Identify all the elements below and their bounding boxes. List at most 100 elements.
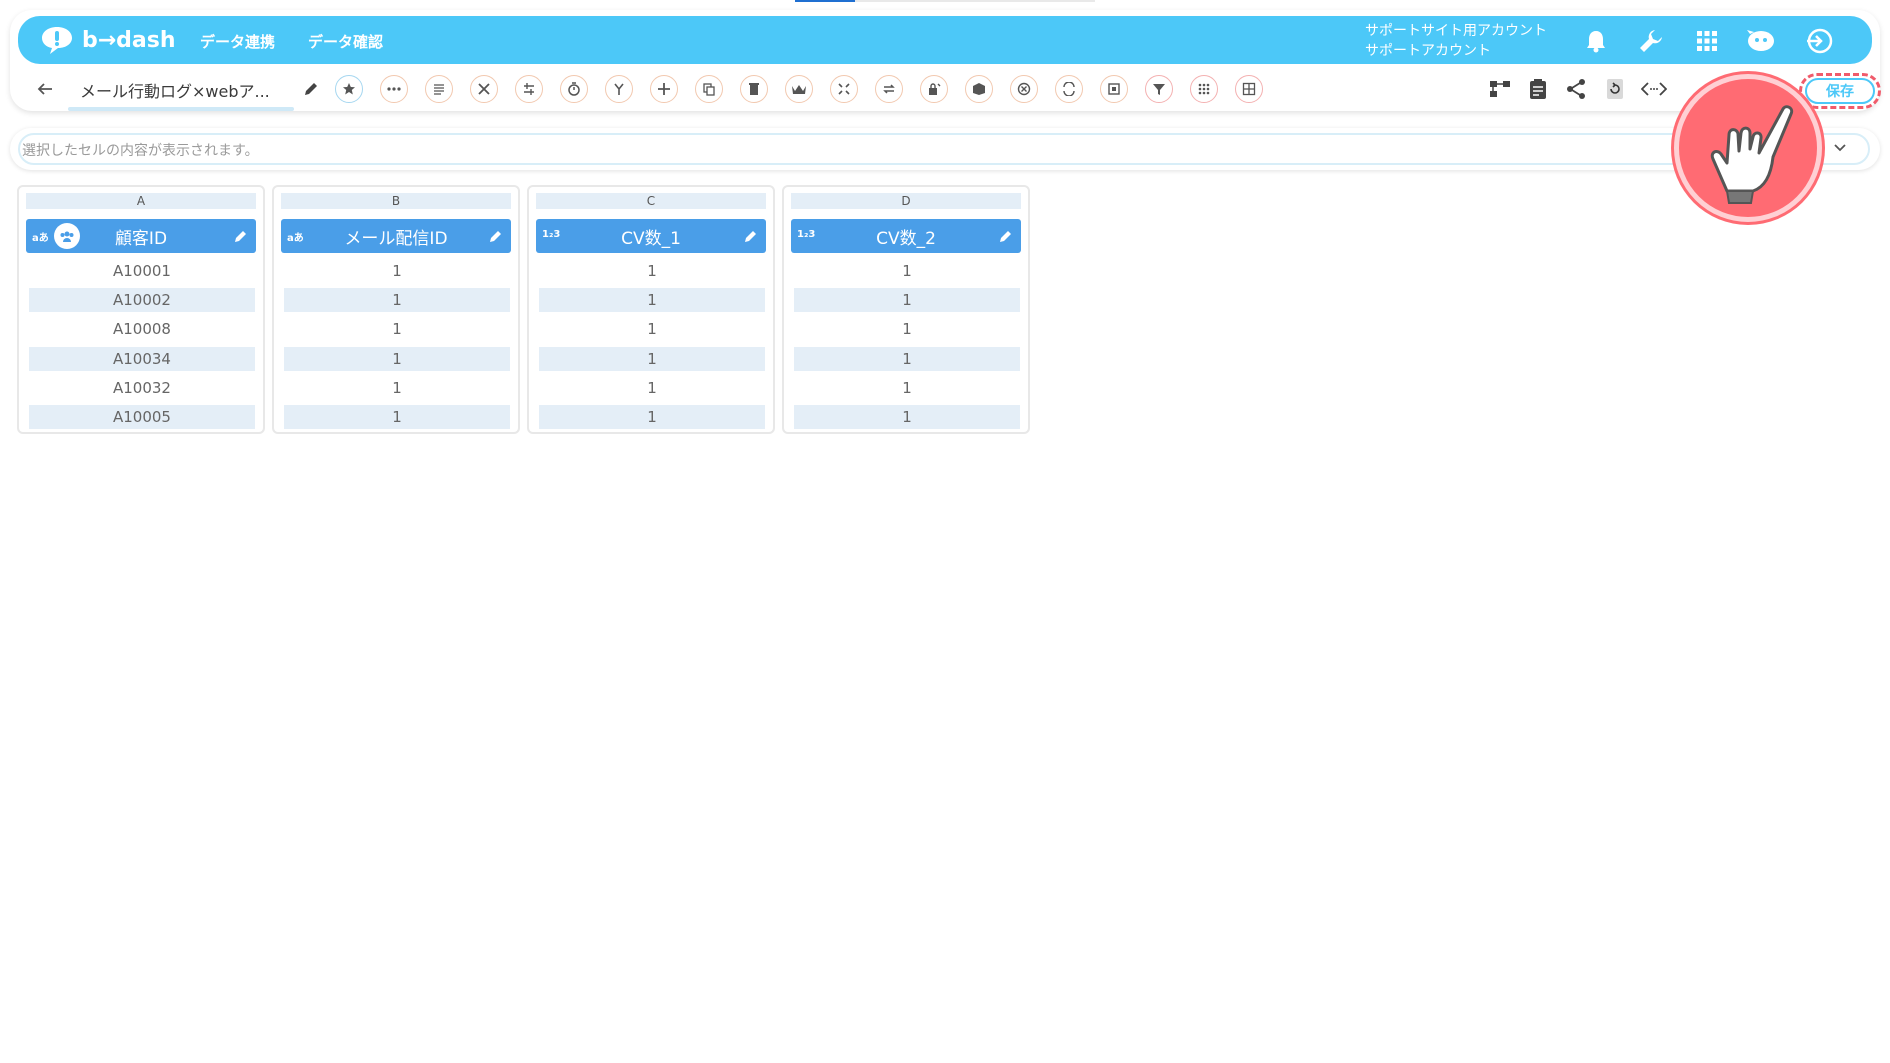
tools-icon[interactable] bbox=[470, 75, 498, 103]
app-root: { "app": { "brand": "b→dash", "accent": … bbox=[0, 0, 1890, 1063]
cell-content-placeholder: 選択したセルの内容が表示されます。 bbox=[22, 143, 259, 159]
column-name: CV数_2 bbox=[876, 228, 936, 249]
copy-icon[interactable] bbox=[695, 75, 723, 103]
column-c: C 1₂3 CV数_1 1 1 1 1 1 1 bbox=[527, 185, 775, 434]
pointing-hand-icon bbox=[1674, 74, 1822, 222]
support-bird-icon[interactable] bbox=[1746, 26, 1776, 56]
table-cell[interactable]: 1 bbox=[284, 288, 510, 312]
box-icon[interactable] bbox=[965, 75, 993, 103]
column-letter: B bbox=[281, 193, 511, 209]
column-b: B aあ メール配信ID 1 1 1 1 1 1 bbox=[272, 185, 520, 434]
replace-icon[interactable] bbox=[1055, 75, 1083, 103]
pencil-icon[interactable] bbox=[997, 227, 1015, 245]
group-users-icon bbox=[54, 223, 80, 249]
table-cell[interactable]: A10002 bbox=[29, 288, 255, 312]
table-cell[interactable]: 1 bbox=[539, 376, 765, 400]
compress-icon[interactable] bbox=[830, 75, 858, 103]
top-navbar: b→dash データ連携 データ確認 サポートサイト用アカウント サポートアカウ… bbox=[18, 16, 1872, 64]
lock-icon[interactable] bbox=[920, 75, 948, 103]
list-icon[interactable] bbox=[425, 75, 453, 103]
table-cell[interactable]: 1 bbox=[794, 376, 1020, 400]
bell-icon[interactable] bbox=[1581, 26, 1611, 56]
table-icon[interactable] bbox=[1235, 75, 1263, 103]
logout-icon[interactable] bbox=[1804, 26, 1834, 56]
table-cell[interactable]: 1 bbox=[539, 288, 765, 312]
grid-dots-icon[interactable] bbox=[1190, 75, 1218, 103]
table-cell[interactable]: 1 bbox=[794, 347, 1020, 371]
apps-grid-icon[interactable] bbox=[1692, 26, 1722, 56]
frame-icon[interactable] bbox=[1100, 75, 1128, 103]
table-cell[interactable]: A10032 bbox=[29, 376, 255, 400]
table-cell[interactable]: 1 bbox=[794, 405, 1020, 429]
logo-bubble-icon bbox=[40, 25, 74, 55]
table-cell[interactable]: 1 bbox=[794, 288, 1020, 312]
table-cell[interactable]: 1 bbox=[539, 259, 765, 283]
code-icon[interactable] bbox=[1640, 76, 1668, 102]
brand-name: b→dash bbox=[82, 27, 176, 53]
column-header[interactable]: 1₂3 CV数_1 bbox=[536, 219, 766, 253]
nav-data-link[interactable]: データ連携 bbox=[200, 31, 275, 52]
branch-icon[interactable] bbox=[605, 75, 633, 103]
clipboard-icon[interactable] bbox=[1524, 76, 1552, 102]
star-icon[interactable] bbox=[335, 75, 363, 103]
pencil-icon[interactable] bbox=[487, 227, 505, 245]
table-cell[interactable]: 1 bbox=[284, 317, 510, 341]
repeat-icon[interactable] bbox=[875, 75, 903, 103]
table-cell[interactable]: 1 bbox=[284, 405, 510, 429]
column-name: CV数_1 bbox=[621, 228, 681, 249]
table-cell[interactable]: 1 bbox=[794, 259, 1020, 283]
table-cell[interactable]: A10005 bbox=[29, 405, 255, 429]
column-letter: C bbox=[536, 193, 766, 209]
account-info[interactable]: サポートサイト用アカウント サポートアカウント bbox=[1365, 21, 1547, 61]
transform-icon[interactable] bbox=[515, 75, 543, 103]
column-header[interactable]: aあ 顧客ID bbox=[26, 219, 256, 253]
more-icon[interactable] bbox=[380, 75, 408, 103]
pencil-icon[interactable] bbox=[301, 79, 321, 99]
pencil-icon[interactable] bbox=[742, 227, 760, 245]
table-cell[interactable]: A10008 bbox=[29, 317, 255, 341]
toolbar: メール行動ログ×webア... 保存 bbox=[10, 70, 1881, 111]
column-header[interactable]: aあ メール配信ID bbox=[281, 219, 511, 253]
trash-icon[interactable] bbox=[740, 75, 768, 103]
table-cell[interactable]: A10001 bbox=[29, 259, 255, 283]
column-letter: D bbox=[791, 193, 1021, 209]
timer-icon[interactable] bbox=[560, 75, 588, 103]
page-indicator bbox=[795, 0, 1095, 2]
share-icon[interactable] bbox=[1562, 76, 1590, 102]
formula-bar bbox=[10, 128, 1880, 170]
table-cell[interactable]: 1 bbox=[284, 376, 510, 400]
table-cell[interactable]: 1 bbox=[284, 259, 510, 283]
crown-icon[interactable] bbox=[785, 75, 813, 103]
text-type-icon: aあ bbox=[287, 233, 304, 244]
column-d: D 1₂3 CV数_2 1 1 1 1 1 1 bbox=[782, 185, 1030, 434]
cancel-icon[interactable] bbox=[1010, 75, 1038, 103]
table-cell[interactable]: 1 bbox=[539, 347, 765, 371]
table-cell[interactable]: A10034 bbox=[29, 347, 255, 371]
column-header[interactable]: 1₂3 CV数_2 bbox=[791, 219, 1021, 253]
brand-logo[interactable]: b→dash bbox=[40, 24, 176, 56]
column-name: メール配信ID bbox=[344, 228, 448, 249]
account-line1: サポートサイト用アカウント bbox=[1365, 23, 1547, 39]
pencil-icon[interactable] bbox=[232, 227, 250, 245]
wrench-icon[interactable] bbox=[1636, 26, 1666, 56]
column-letter: A bbox=[26, 193, 256, 209]
sync-icon[interactable] bbox=[1601, 76, 1629, 102]
cell-content-field[interactable] bbox=[18, 133, 1870, 165]
account-line2: サポートアカウント bbox=[1365, 43, 1491, 59]
header-card: b→dash データ連携 データ確認 サポートサイト用アカウント サポートアカウ… bbox=[10, 10, 1881, 111]
number-type-icon: 1₂3 bbox=[797, 229, 816, 240]
title-underline bbox=[68, 107, 294, 111]
workflow-icon[interactable] bbox=[1486, 76, 1514, 102]
table-cell[interactable]: 1 bbox=[539, 317, 765, 341]
table-cell[interactable]: 1 bbox=[284, 347, 510, 371]
filter-icon[interactable] bbox=[1145, 75, 1173, 103]
table-cell[interactable]: 1 bbox=[539, 405, 765, 429]
back-arrow-icon[interactable] bbox=[34, 78, 56, 100]
column-a: A aあ 顧客ID A10001 A10002 A10008 A10034 A1… bbox=[17, 185, 265, 434]
number-type-icon: 1₂3 bbox=[542, 229, 561, 240]
table-cell[interactable]: 1 bbox=[794, 317, 1020, 341]
chevron-down-icon[interactable] bbox=[1830, 138, 1850, 158]
plus-icon[interactable] bbox=[650, 75, 678, 103]
nav-data-check[interactable]: データ確認 bbox=[308, 31, 383, 52]
document-title[interactable]: メール行動ログ×webア... bbox=[80, 78, 270, 102]
